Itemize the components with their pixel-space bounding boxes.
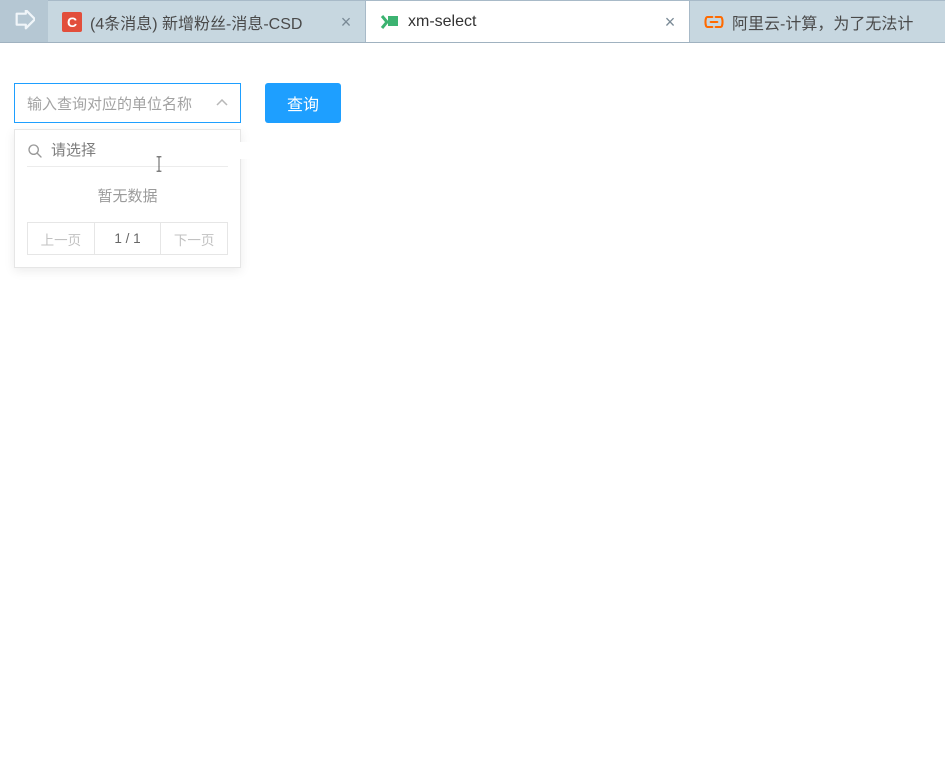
xm-favicon-icon	[380, 12, 400, 32]
select-dropdown: 暂无数据 上一页 1 / 1 下一页	[14, 129, 241, 268]
select-wrapper: 输入查询对应的单位名称 暂无数据 上一页 1 / 1 下一页	[14, 83, 241, 123]
close-icon[interactable]: ×	[661, 13, 679, 31]
tab-aliyun[interactable]: 阿里云-计算，为了无法计	[690, 0, 945, 42]
csdn-favicon-icon: C	[62, 12, 82, 32]
dropdown-pager: 上一页 1 / 1 下一页	[27, 222, 228, 255]
tab-title: xm-select	[408, 13, 651, 31]
select-placeholder: 输入查询对应的单位名称	[27, 93, 216, 114]
aliyun-favicon-icon	[704, 12, 724, 32]
chevron-up-icon	[216, 99, 228, 107]
dropdown-search-row	[27, 140, 228, 167]
page-content: 输入查询对应的单位名称 暂无数据 上一页 1 / 1 下一页	[0, 43, 945, 123]
pager-prev-button[interactable]: 上一页	[28, 223, 94, 254]
dropdown-empty-text: 暂无数据	[27, 167, 228, 222]
pager-next-button[interactable]: 下一页	[161, 223, 227, 254]
tab-csdn[interactable]: C (4条消息) 新增粉丝-消息-CSD ×	[48, 0, 366, 42]
query-button[interactable]: 查询	[265, 83, 341, 123]
pager-page-info: 1 / 1	[94, 223, 162, 254]
tab-title: (4条消息) 新增粉丝-消息-CSD	[90, 10, 327, 34]
unit-select[interactable]: 输入查询对应的单位名称	[14, 83, 241, 123]
tab-xm-select[interactable]: xm-select ×	[366, 0, 690, 42]
tab-title: 阿里云-计算，为了无法计	[732, 10, 935, 34]
forward-button[interactable]	[0, 0, 48, 42]
browser-tab-bar: C (4条消息) 新增粉丝-消息-CSD × xm-select × 阿里云-计…	[0, 0, 945, 43]
close-icon[interactable]: ×	[337, 13, 355, 31]
dropdown-search-input[interactable]	[51, 142, 250, 159]
search-icon	[27, 143, 43, 159]
forward-arrow-icon	[13, 10, 35, 32]
